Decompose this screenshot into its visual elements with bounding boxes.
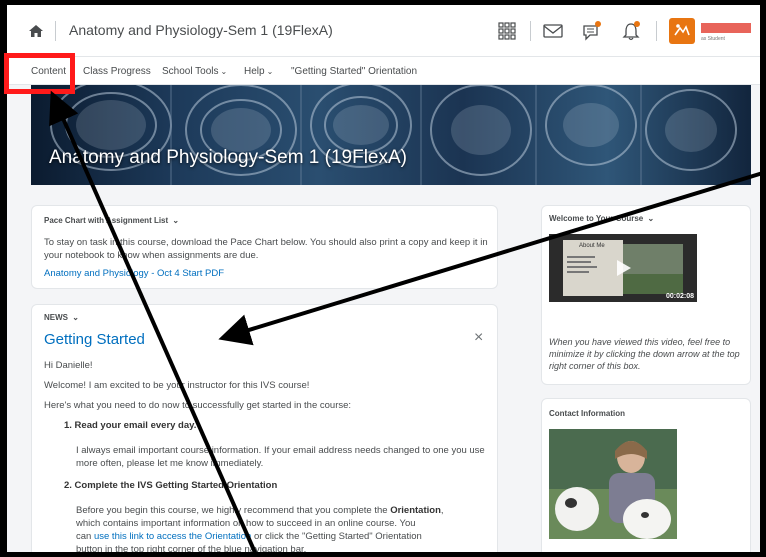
text: can: [76, 531, 94, 542]
step2-line2: which contains important information on …: [76, 518, 416, 529]
divider: [530, 21, 531, 41]
news-welcome: Welcome! I am excited to be your instruc…: [44, 380, 310, 391]
news-intro: Here's what you need to do now to succes…: [44, 400, 352, 411]
home-icon[interactable]: [27, 22, 45, 40]
nav-label: School Tools: [162, 66, 219, 77]
user-name-redacted[interactable]: [701, 23, 751, 33]
step2-line1: Before you begin this course, we highly …: [76, 504, 444, 517]
widget-heading-text: Welcome to Your Course: [549, 214, 644, 223]
video-player[interactable]: About Me 00:02:08: [549, 234, 697, 302]
nav-label: "Getting Started" Orientation: [291, 66, 418, 77]
step2-line3: can use this link to access the Orientat…: [76, 530, 422, 543]
banner-title: Anatomy and Physiology-Sem 1 (19FlexA): [49, 147, 407, 168]
chat-icon[interactable]: [581, 20, 603, 42]
course-banner: Anatomy and Physiology-Sem 1 (19FlexA): [31, 85, 751, 185]
text: ,: [440, 505, 444, 516]
pace-chart-widget: Pace Chart with Assignment List ⌄ To sta…: [31, 205, 498, 289]
nav-getting-started[interactable]: "Getting Started" Orientation: [291, 66, 417, 77]
nav-label: Content: [31, 66, 67, 77]
contact-info-widget: Contact Information: [541, 398, 751, 552]
nav-school-tools[interactable]: School Tools ⌄: [162, 66, 227, 77]
close-icon[interactable]: ×: [474, 329, 483, 347]
bell-icon[interactable]: [620, 20, 642, 42]
text-bold: Orientation: [390, 505, 441, 516]
step2-title: 2. Complete the IVS Getting Started Orie…: [64, 480, 278, 491]
nav-content[interactable]: Content: [31, 66, 66, 77]
course-title[interactable]: Anatomy and Physiology-Sem 1 (19FlexA): [69, 22, 333, 38]
mri-scan-image: [50, 85, 737, 185]
widget-heading[interactable]: Pace Chart with Assignment List ⌄: [44, 216, 179, 225]
step2-line4: button in the top right corner of the bl…: [76, 544, 307, 552]
widget-heading-text: NEWS: [44, 313, 68, 322]
user-role: as Student: [701, 36, 725, 42]
news-greeting: Hi Danielle!: [44, 360, 93, 371]
news-widget: NEWS ⌄ Getting Started × Hi Danielle! We…: [31, 304, 498, 552]
step1-body: I always email important course informat…: [76, 445, 485, 469]
video-caption: When you have viewed this video, feel fr…: [549, 337, 740, 371]
news-item-title[interactable]: Getting Started: [44, 331, 145, 348]
instructor-image: [549, 429, 677, 539]
grid-icon[interactable]: [498, 22, 516, 40]
chevron-down-icon[interactable]: ⌄: [72, 313, 79, 322]
chevron-down-icon: ⌄: [266, 67, 274, 76]
nav-label: Class Progress: [83, 66, 151, 77]
text: Before you begin this course, we highly …: [76, 505, 391, 516]
pace-chart-pdf-link[interactable]: Anatomy and Physiology - Oct 4 Start PDF: [44, 267, 224, 280]
divider: [55, 21, 56, 41]
top-bar: Anatomy and Physiology-Sem 1 (19FlexA) a…: [7, 5, 760, 57]
chevron-down-icon[interactable]: ⌄: [647, 214, 654, 223]
text: or click the "Getting Started" Orientati…: [251, 531, 422, 542]
widget-heading[interactable]: NEWS ⌄: [44, 313, 79, 322]
course-navbar: Content Class Progress School Tools ⌄ Hel…: [7, 57, 760, 85]
widget-heading[interactable]: Contact Information: [549, 409, 625, 418]
divider: [656, 21, 657, 41]
chevron-down-icon: ⌄: [220, 67, 228, 76]
video-duration: 00:02:08: [665, 293, 694, 300]
instructor-photo: [549, 429, 677, 539]
widget-heading[interactable]: Welcome to Your Course ⌄: [549, 214, 654, 223]
pace-chart-text: To stay on task in this course, download…: [44, 237, 488, 261]
nav-label: Help: [244, 66, 265, 77]
widget-heading-text: Pace Chart with Assignment List: [44, 216, 169, 225]
step1-title: 1. Read your email every day.: [64, 420, 197, 431]
thumb-title: About Me: [579, 243, 605, 249]
welcome-video-widget: Welcome to Your Course ⌄ About Me 00:02:…: [541, 205, 751, 385]
avatar-icon: [674, 24, 690, 36]
mail-icon[interactable]: [543, 23, 563, 39]
play-icon[interactable]: [613, 258, 633, 278]
orientation-link[interactable]: use this link to access the Orientation: [94, 531, 251, 542]
chevron-down-icon[interactable]: ⌄: [172, 216, 179, 225]
browser-viewport: Anatomy and Physiology-Sem 1 (19FlexA) a…: [7, 5, 760, 552]
user-avatar[interactable]: [669, 18, 695, 44]
nav-help[interactable]: Help ⌄: [244, 66, 273, 77]
nav-class-progress[interactable]: Class Progress: [83, 66, 151, 77]
